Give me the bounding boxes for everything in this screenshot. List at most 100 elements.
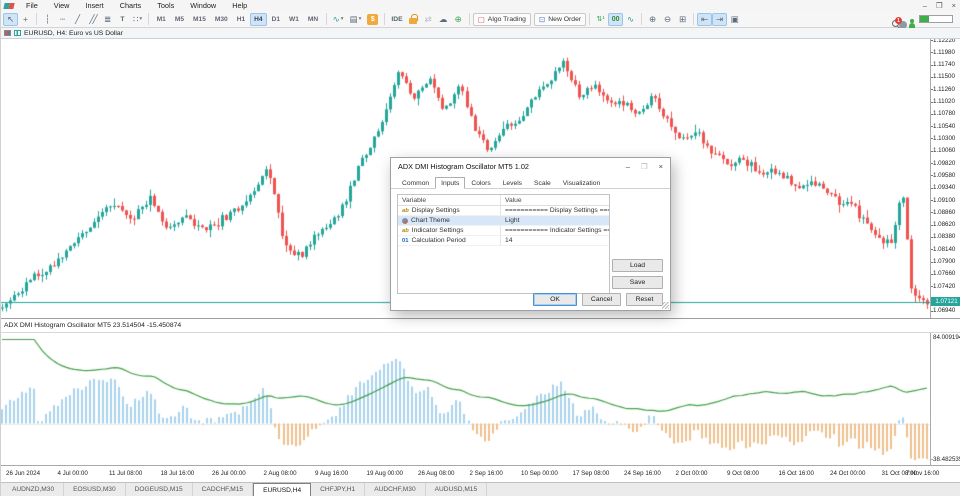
price-axis-label: 1.11020 <box>933 98 955 105</box>
price-axis: 1.122201.119801.117401.115001.112601.110… <box>930 39 960 482</box>
dialog-table: Variable Value abDisplay Settings=======… <box>397 194 610 294</box>
zoom-in-button[interactable]: ⊕ <box>645 13 660 26</box>
variable-value: Light <box>500 216 609 225</box>
dialog-tab-common[interactable]: Common <box>396 177 435 189</box>
toolbar-separator <box>148 13 149 25</box>
time-axis-label: 2 Oct 00:00 <box>676 470 708 477</box>
templates-button[interactable]: ▤▾ <box>347 13 365 26</box>
chart-tab-eurusd-h4[interactable]: EURUSD,H4 <box>253 483 311 496</box>
dialog-tab-colors[interactable]: Colors <box>465 177 496 189</box>
save-button[interactable]: Save <box>612 276 663 289</box>
horizontal-line-tool-button[interactable]: ┄ <box>55 13 70 26</box>
price-axis-label: 1.08860 <box>933 209 955 216</box>
fibonacci-tool-button[interactable]: ≣ <box>100 13 115 26</box>
dialog-row[interactable]: 01Calculation Period14 <box>398 236 609 246</box>
ide-button[interactable]: IDE <box>388 13 405 26</box>
variable-cell: 01Calculation Period <box>398 237 500 244</box>
crosshair-tool-button[interactable]: + <box>18 13 33 26</box>
dialog-tab-levels[interactable]: Levels <box>497 177 528 189</box>
time-axis-label: 26 Jun 2024 <box>6 470 40 477</box>
menu-help[interactable]: Help <box>224 1 255 10</box>
menu-charts[interactable]: Charts <box>112 1 150 10</box>
dialog-tab-visualization[interactable]: Visualization <box>557 177 606 189</box>
variable-value: =========== Indicator Settings =====... <box>500 226 609 235</box>
menu-insert[interactable]: Insert <box>77 1 111 10</box>
price-axis-label: 1.09100 <box>933 197 955 204</box>
restore-window-button[interactable]: ❐ <box>936 1 943 10</box>
dialog-tab-inputs[interactable]: Inputs <box>435 177 465 189</box>
vertical-line-tool-button[interactable]: ┆ <box>40 13 55 26</box>
shapes-tool-button[interactable]: ∷▾ <box>130 13 145 26</box>
timeframe-group: M1M5M15M30H1H4D1W1MN <box>152 13 322 26</box>
dialog-maximize-button[interactable]: ❐ <box>641 162 648 171</box>
menu-window[interactable]: Window <box>182 1 224 10</box>
cloud-button[interactable]: ☁ <box>436 13 451 26</box>
dialog-row[interactable]: abDisplay Settings=========== Display Se… <box>398 206 609 216</box>
dialog-row[interactable]: abIndicator Settings=========== Indicato… <box>398 226 609 236</box>
chart-tab-chfjpy-h1[interactable]: CHFJPY,H1 <box>311 483 365 496</box>
timeframe-m30-button[interactable]: M30 <box>210 13 232 26</box>
channel-tool-button[interactable]: ╱╱ <box>85 13 100 26</box>
lock-button[interactable] <box>406 13 421 26</box>
timeframe-w1-button[interactable]: W1 <box>285 13 304 26</box>
dialog-tab-scale[interactable]: Scale <box>528 177 557 189</box>
indicator-canvas[interactable] <box>1 333 930 465</box>
ok-button[interactable]: OK <box>533 293 577 306</box>
indicators-button[interactable]: ∿▾ <box>330 13 347 26</box>
timeframe-d1-button[interactable]: D1 <box>267 13 284 26</box>
timeframe-h1-button[interactable]: H1 <box>232 13 249 26</box>
variable-cell: abDisplay Settings <box>398 207 500 214</box>
dock-panel-right-button[interactable]: ⇥ <box>712 13 727 26</box>
dialog-close-button[interactable]: × <box>659 162 663 171</box>
time-axis-label: 26 Aug 08:00 <box>418 470 454 477</box>
dialog-row[interactable]: Chart ThemeLight <box>398 216 609 226</box>
timeframe-mn-button[interactable]: MN <box>303 13 322 26</box>
reset-button[interactable]: Reset <box>626 293 663 306</box>
dialog-table-body: abDisplay Settings=========== Display Se… <box>398 206 609 246</box>
dollar-icon: $ <box>367 14 378 25</box>
timeframe-m15-button[interactable]: M15 <box>189 13 211 26</box>
chart-tab-eosusd-m30[interactable]: EOSUSD,M30 <box>64 483 126 496</box>
timeframe-m1-button[interactable]: M1 <box>152 13 170 26</box>
chart-tab-audnzd-m30[interactable]: AUDNZD,M30 <box>3 483 64 496</box>
dialog-minimize-button[interactable]: – <box>626 162 630 171</box>
screenshot-button[interactable]: ▣ <box>727 13 742 26</box>
chart-tab-cadchf-m15[interactable]: CADCHF,M15 <box>193 483 253 496</box>
variable-cell: Chart Theme <box>398 217 500 224</box>
ohlc-button[interactable]: 00 <box>608 13 623 26</box>
resize-grip[interactable] <box>662 302 669 309</box>
price-axis-label: 1.07420 <box>933 283 955 290</box>
variable-value: =========== Display Settings ======... <box>500 206 609 215</box>
quotes-button[interactable]: $ <box>364 13 381 26</box>
trendline-tool-button[interactable]: ╱ <box>70 13 85 26</box>
mt5-window: FileViewInsertChartsToolsWindowHelp – ❐ … <box>0 0 960 496</box>
chart-tab-dogeusd-m15[interactable]: DOGEUSD,M15 <box>126 483 193 496</box>
new-order-button[interactable]: ⊡New Order <box>534 13 586 26</box>
menu-tools[interactable]: Tools <box>149 1 182 10</box>
text-tool-button[interactable]: T <box>115 13 130 26</box>
menu-file[interactable]: File <box>18 1 46 10</box>
chart-tab-audusd-m15[interactable]: AUDUSD,M15 <box>426 483 488 496</box>
close-window-button[interactable]: × <box>952 1 956 10</box>
dialog-titlebar[interactable]: ADX DMI Histogram Oscillator MT5 1.02 – … <box>391 158 670 175</box>
connect-button[interactable]: ⇄ <box>421 13 436 26</box>
timeframe-m5-button[interactable]: M5 <box>170 13 188 26</box>
price-axis-label: 1.09580 <box>933 172 955 179</box>
cursor-tool-button[interactable]: ↖ <box>3 13 18 26</box>
dock-panel-left-button[interactable]: ⇤ <box>697 13 712 26</box>
load-button[interactable]: Load <box>612 259 663 272</box>
cancel-button[interactable]: Cancel <box>582 293 621 306</box>
zoom-out-button[interactable]: ⊖ <box>660 13 675 26</box>
chart-tab-audchf-m30[interactable]: AUDCHF,M30 <box>365 483 425 496</box>
depth-of-market-button[interactable]: ⇅¹ <box>593 13 608 26</box>
community-button[interactable]: ⊕ <box>451 13 466 26</box>
menu-view[interactable]: View <box>46 1 78 10</box>
ask-line-button[interactable]: ∿ <box>623 13 638 26</box>
candlestick-chart-icon <box>14 30 21 36</box>
timeframe-h4-button[interactable]: H4 <box>250 13 267 26</box>
algo-trading-button[interactable]: ▢Algo Trading <box>473 13 531 26</box>
minimize-window-button[interactable]: – <box>923 1 927 10</box>
toolbar-separator <box>36 13 37 25</box>
tile-windows-button[interactable]: ⊞ <box>675 13 690 26</box>
price-axis-label: 1.08380 <box>933 233 955 240</box>
